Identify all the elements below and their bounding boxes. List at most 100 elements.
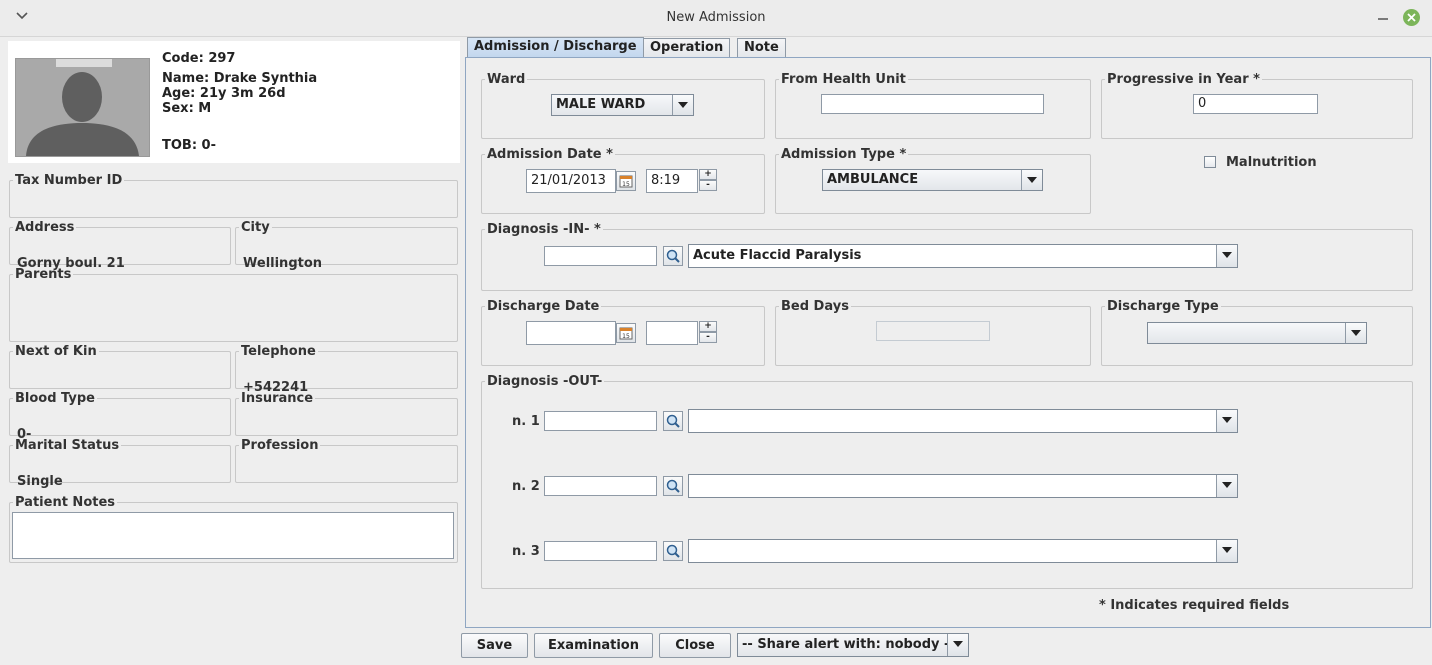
close-window-icon[interactable] bbox=[1403, 9, 1420, 26]
discharge-date-input[interactable] bbox=[526, 321, 616, 345]
diagnosis-out-label: Diagnosis -OUT- bbox=[487, 374, 603, 389]
discharge-type-dropdown-icon[interactable] bbox=[1345, 323, 1366, 343]
spinner-up-icon[interactable]: + bbox=[699, 321, 717, 332]
diagnosis-in-select[interactable]: Acute Flaccid Paralysis bbox=[688, 244, 1238, 268]
ward-select[interactable]: MALE WARD bbox=[551, 94, 694, 116]
blood-type-label: Blood Type bbox=[15, 391, 95, 406]
patient-tob: TOB: 0- bbox=[162, 138, 216, 153]
blood-type-group: Blood Type 0- bbox=[9, 391, 231, 442]
progressive-input[interactable]: 0 bbox=[1193, 94, 1318, 114]
minimize-icon[interactable] bbox=[1376, 9, 1390, 23]
spinner-down-icon[interactable]: - bbox=[699, 332, 717, 343]
parents-group: Parents bbox=[9, 267, 458, 342]
bed-days-field bbox=[876, 321, 990, 341]
insurance-group: Insurance bbox=[235, 391, 458, 436]
diagnosis-out-1-code-input[interactable] bbox=[544, 411, 657, 431]
discharge-time-spinner[interactable]: + - bbox=[699, 321, 717, 343]
address-group: Address Gorny boul. 21 bbox=[9, 220, 231, 271]
diagnosis-out-row-label: n. 2 bbox=[512, 479, 540, 494]
examination-button[interactable]: Examination bbox=[534, 633, 653, 658]
address-label: Address bbox=[15, 220, 75, 235]
tab-admission-discharge[interactable]: Admission / Discharge bbox=[467, 37, 644, 57]
window-title: New Admission bbox=[666, 10, 766, 25]
admission-date-input[interactable]: 21/01/2013 bbox=[526, 169, 616, 193]
discharge-calendar-icon[interactable]: 15 bbox=[616, 323, 636, 343]
share-alert-dropdown-icon[interactable] bbox=[947, 634, 968, 656]
diagnosis-out-1-select[interactable] bbox=[688, 409, 1238, 433]
from-health-unit-input[interactable] bbox=[821, 94, 1044, 114]
share-alert-value: -- Share alert with: nobody -- bbox=[742, 637, 955, 652]
tab-note[interactable]: Note bbox=[737, 38, 786, 57]
bed-days-label: Bed Days bbox=[781, 299, 849, 314]
parents-label: Parents bbox=[15, 267, 72, 282]
patient-name: Name: Drake Synthia bbox=[162, 71, 318, 86]
spinner-down-icon[interactable]: - bbox=[699, 180, 717, 191]
admission-time-input[interactable]: 8:19 bbox=[646, 169, 698, 193]
city-label: City bbox=[241, 220, 270, 235]
diagnosis-out-2-search-icon[interactable] bbox=[663, 476, 683, 496]
discharge-date-label: Discharge Date bbox=[487, 299, 600, 314]
admission-type-label: Admission Type * bbox=[781, 147, 907, 162]
admission-type-value: AMBULANCE bbox=[827, 172, 919, 187]
admission-type-select[interactable]: AMBULANCE bbox=[822, 169, 1043, 191]
diagnosis-out-3-code-input[interactable] bbox=[544, 541, 657, 561]
diagnosis-out-1-dropdown-icon[interactable] bbox=[1216, 410, 1237, 432]
diagnosis-out-2-dropdown-icon[interactable] bbox=[1216, 475, 1237, 497]
patient-notes-label: Patient Notes bbox=[15, 495, 116, 510]
admission-date-label: Admission Date * bbox=[487, 147, 613, 162]
ward-label: Ward bbox=[487, 72, 526, 87]
diagnosis-out-1-search-icon[interactable] bbox=[663, 411, 683, 431]
diagnosis-in-dropdown-icon[interactable] bbox=[1216, 245, 1237, 267]
patient-age: Age: 21y 3m 26d bbox=[162, 86, 286, 101]
admission-type-dropdown-icon[interactable] bbox=[1021, 170, 1042, 190]
share-alert-select[interactable]: -- Share alert with: nobody -- bbox=[737, 633, 969, 657]
insurance-label: Insurance bbox=[241, 391, 314, 406]
tax-number-label: Tax Number ID bbox=[15, 173, 123, 188]
close-button[interactable]: Close bbox=[659, 633, 731, 658]
diagnosis-out-3-search-icon[interactable] bbox=[663, 541, 683, 561]
spinner-up-icon[interactable]: + bbox=[699, 169, 717, 180]
avatar-icon bbox=[16, 59, 149, 156]
next-of-kin-group: Next of Kin bbox=[9, 344, 231, 389]
telephone-label: Telephone bbox=[241, 344, 316, 359]
patient-code: Code: 297 bbox=[162, 51, 236, 66]
patient-notes-textarea[interactable] bbox=[12, 512, 454, 559]
telephone-group: Telephone +542241 bbox=[235, 344, 458, 395]
ward-value: MALE WARD bbox=[556, 97, 646, 112]
discharge-type-select[interactable] bbox=[1147, 322, 1367, 344]
marital-status-value: Single bbox=[17, 474, 63, 489]
diagnosis-out-2-code-input[interactable] bbox=[544, 476, 657, 496]
admission-time-spinner[interactable]: + - bbox=[699, 169, 717, 191]
next-of-kin-label: Next of Kin bbox=[15, 344, 97, 359]
svg-text:15: 15 bbox=[622, 181, 630, 188]
required-fields-note: * Indicates required fields bbox=[1099, 598, 1290, 613]
patient-photo bbox=[15, 58, 150, 157]
diagnosis-in-label: Diagnosis -IN- * bbox=[487, 222, 601, 237]
diagnosis-in-value: Acute Flaccid Paralysis bbox=[693, 248, 862, 263]
diagnosis-out-3-dropdown-icon[interactable] bbox=[1216, 540, 1237, 562]
diagnosis-out-2-select[interactable] bbox=[688, 474, 1238, 498]
city-group: City Wellington bbox=[235, 220, 458, 271]
tab-operation[interactable]: Operation bbox=[643, 38, 731, 57]
svg-text:15: 15 bbox=[622, 333, 630, 340]
marital-status-group: Marital Status Single bbox=[9, 438, 231, 489]
marital-status-label: Marital Status bbox=[15, 438, 120, 453]
progressive-label: Progressive in Year * bbox=[1107, 72, 1260, 87]
malnutrition-label: Malnutrition bbox=[1226, 155, 1317, 170]
profession-group: Profession bbox=[235, 438, 458, 483]
diagnosis-in-search-icon[interactable] bbox=[663, 246, 683, 266]
malnutrition-checkbox[interactable] bbox=[1204, 156, 1216, 168]
save-button[interactable]: Save bbox=[461, 633, 528, 658]
patient-sex: Sex: M bbox=[162, 101, 212, 116]
admission-calendar-icon[interactable]: 15 bbox=[616, 171, 636, 191]
profession-label: Profession bbox=[241, 438, 319, 453]
tax-number-group: Tax Number ID bbox=[9, 173, 458, 218]
diagnosis-out-row-label: n. 1 bbox=[512, 414, 540, 429]
diagnosis-out-3-select[interactable] bbox=[688, 539, 1238, 563]
from-health-unit-label: From Health Unit bbox=[781, 72, 906, 87]
ward-dropdown-icon[interactable] bbox=[672, 95, 693, 115]
diagnosis-out-row-label: n. 3 bbox=[512, 544, 540, 559]
discharge-type-label: Discharge Type bbox=[1107, 299, 1219, 314]
discharge-time-input[interactable] bbox=[646, 321, 698, 345]
diagnosis-in-code-input[interactable] bbox=[544, 246, 657, 266]
